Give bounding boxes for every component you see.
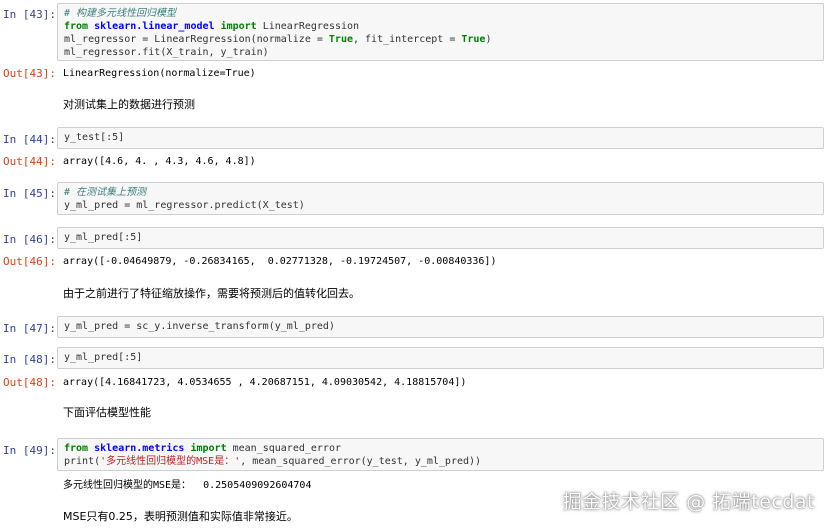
in-prompt-49: In [49]: xyxy=(3,444,56,457)
code-text: ) xyxy=(485,34,492,45)
code-string: '多元线性回归模型的MSE是：' xyxy=(100,456,241,467)
out-prompt-48: Out[48]: xyxy=(3,376,56,389)
markdown-text: MSE只有0.25，表明预测值和实际值非常接近。 xyxy=(63,510,298,523)
out-prompt-44: Out[44]: xyxy=(3,155,56,168)
code-cell-49[interactable]: from sklearn.metrics import mean_squared… xyxy=(57,438,824,471)
module-name: sklearn.metrics xyxy=(94,443,185,454)
code-text: , mean_squared_error(y_test, y_ml_pred)) xyxy=(240,456,482,467)
code-text: print( xyxy=(64,456,101,467)
output-44: array([4.6, 4. , 4.3, 4.6, 4.8]) xyxy=(63,156,256,167)
code-cell-48[interactable]: y_ml_pred[:5] xyxy=(57,347,824,369)
output-46: array([-0.04649879, -0.26834165, 0.02771… xyxy=(63,256,497,267)
in-prompt-48: In [48]: xyxy=(3,353,56,366)
output-48: array([4.16841723, 4.0534655 , 4.2068715… xyxy=(63,377,467,388)
keyword-import: import xyxy=(220,21,257,32)
code-text: y_ml_pred = ml_regressor.predict(X_test) xyxy=(64,200,305,211)
code-cell-44[interactable]: y_test[:5] xyxy=(57,127,824,149)
keyword-from: from xyxy=(64,443,89,454)
code-cell-43[interactable]: # 构建多元线性回归模型 from sklearn.linear_model i… xyxy=(57,3,824,61)
watermark: 掘金技术社区 @ 拓端tecdat xyxy=(562,491,815,513)
markdown-text: 下面评估模型性能 xyxy=(63,406,151,419)
output-43: LinearRegression(normalize=True) xyxy=(63,68,256,79)
in-prompt-46: In [46]: xyxy=(3,233,56,246)
code-text: ml_regressor.fit(X_train, y_train) xyxy=(64,47,269,58)
out-prompt-46: Out[46]: xyxy=(3,255,56,268)
keyword-true: True xyxy=(328,34,353,45)
code-cell-45[interactable]: # 在测试集上预测 y_ml_pred = ml_regressor.predi… xyxy=(57,182,824,215)
markdown-text: 对测试集上的数据进行预测 xyxy=(63,98,195,111)
import-name: mean_squared_error xyxy=(226,443,341,454)
code-comment: # 在测试集上预测 xyxy=(64,187,147,198)
code-text: , fit_intercept = xyxy=(353,34,462,45)
import-name: LinearRegression xyxy=(256,21,360,32)
module-name: sklearn.linear_model xyxy=(94,21,215,32)
in-prompt-47: In [47]: xyxy=(3,322,56,335)
in-prompt-44: In [44]: xyxy=(3,133,56,146)
keyword-true: True xyxy=(461,34,486,45)
code-cell-47[interactable]: y_ml_pred = sc_y.inverse_transform(y_ml_… xyxy=(57,316,824,338)
in-prompt-45: In [45]: xyxy=(3,187,56,200)
code-cell-46[interactable]: y_ml_pred[:5] xyxy=(57,227,824,249)
output-49: 多元线性回归模型的MSE是： 0.2505409092604704 xyxy=(63,480,312,491)
keyword-import: import xyxy=(190,443,227,454)
code-comment: # 构建多元线性回归模型 xyxy=(64,8,177,19)
keyword-from: from xyxy=(64,21,89,32)
code-text: ml_regressor = LinearRegression(normaliz… xyxy=(64,34,329,45)
markdown-text: 由于之前进行了特征缩放操作，需要将预测后的值转化回去。 xyxy=(63,287,360,300)
out-prompt-43: Out[43]: xyxy=(3,67,56,80)
in-prompt-43: In [43]: xyxy=(3,8,56,21)
